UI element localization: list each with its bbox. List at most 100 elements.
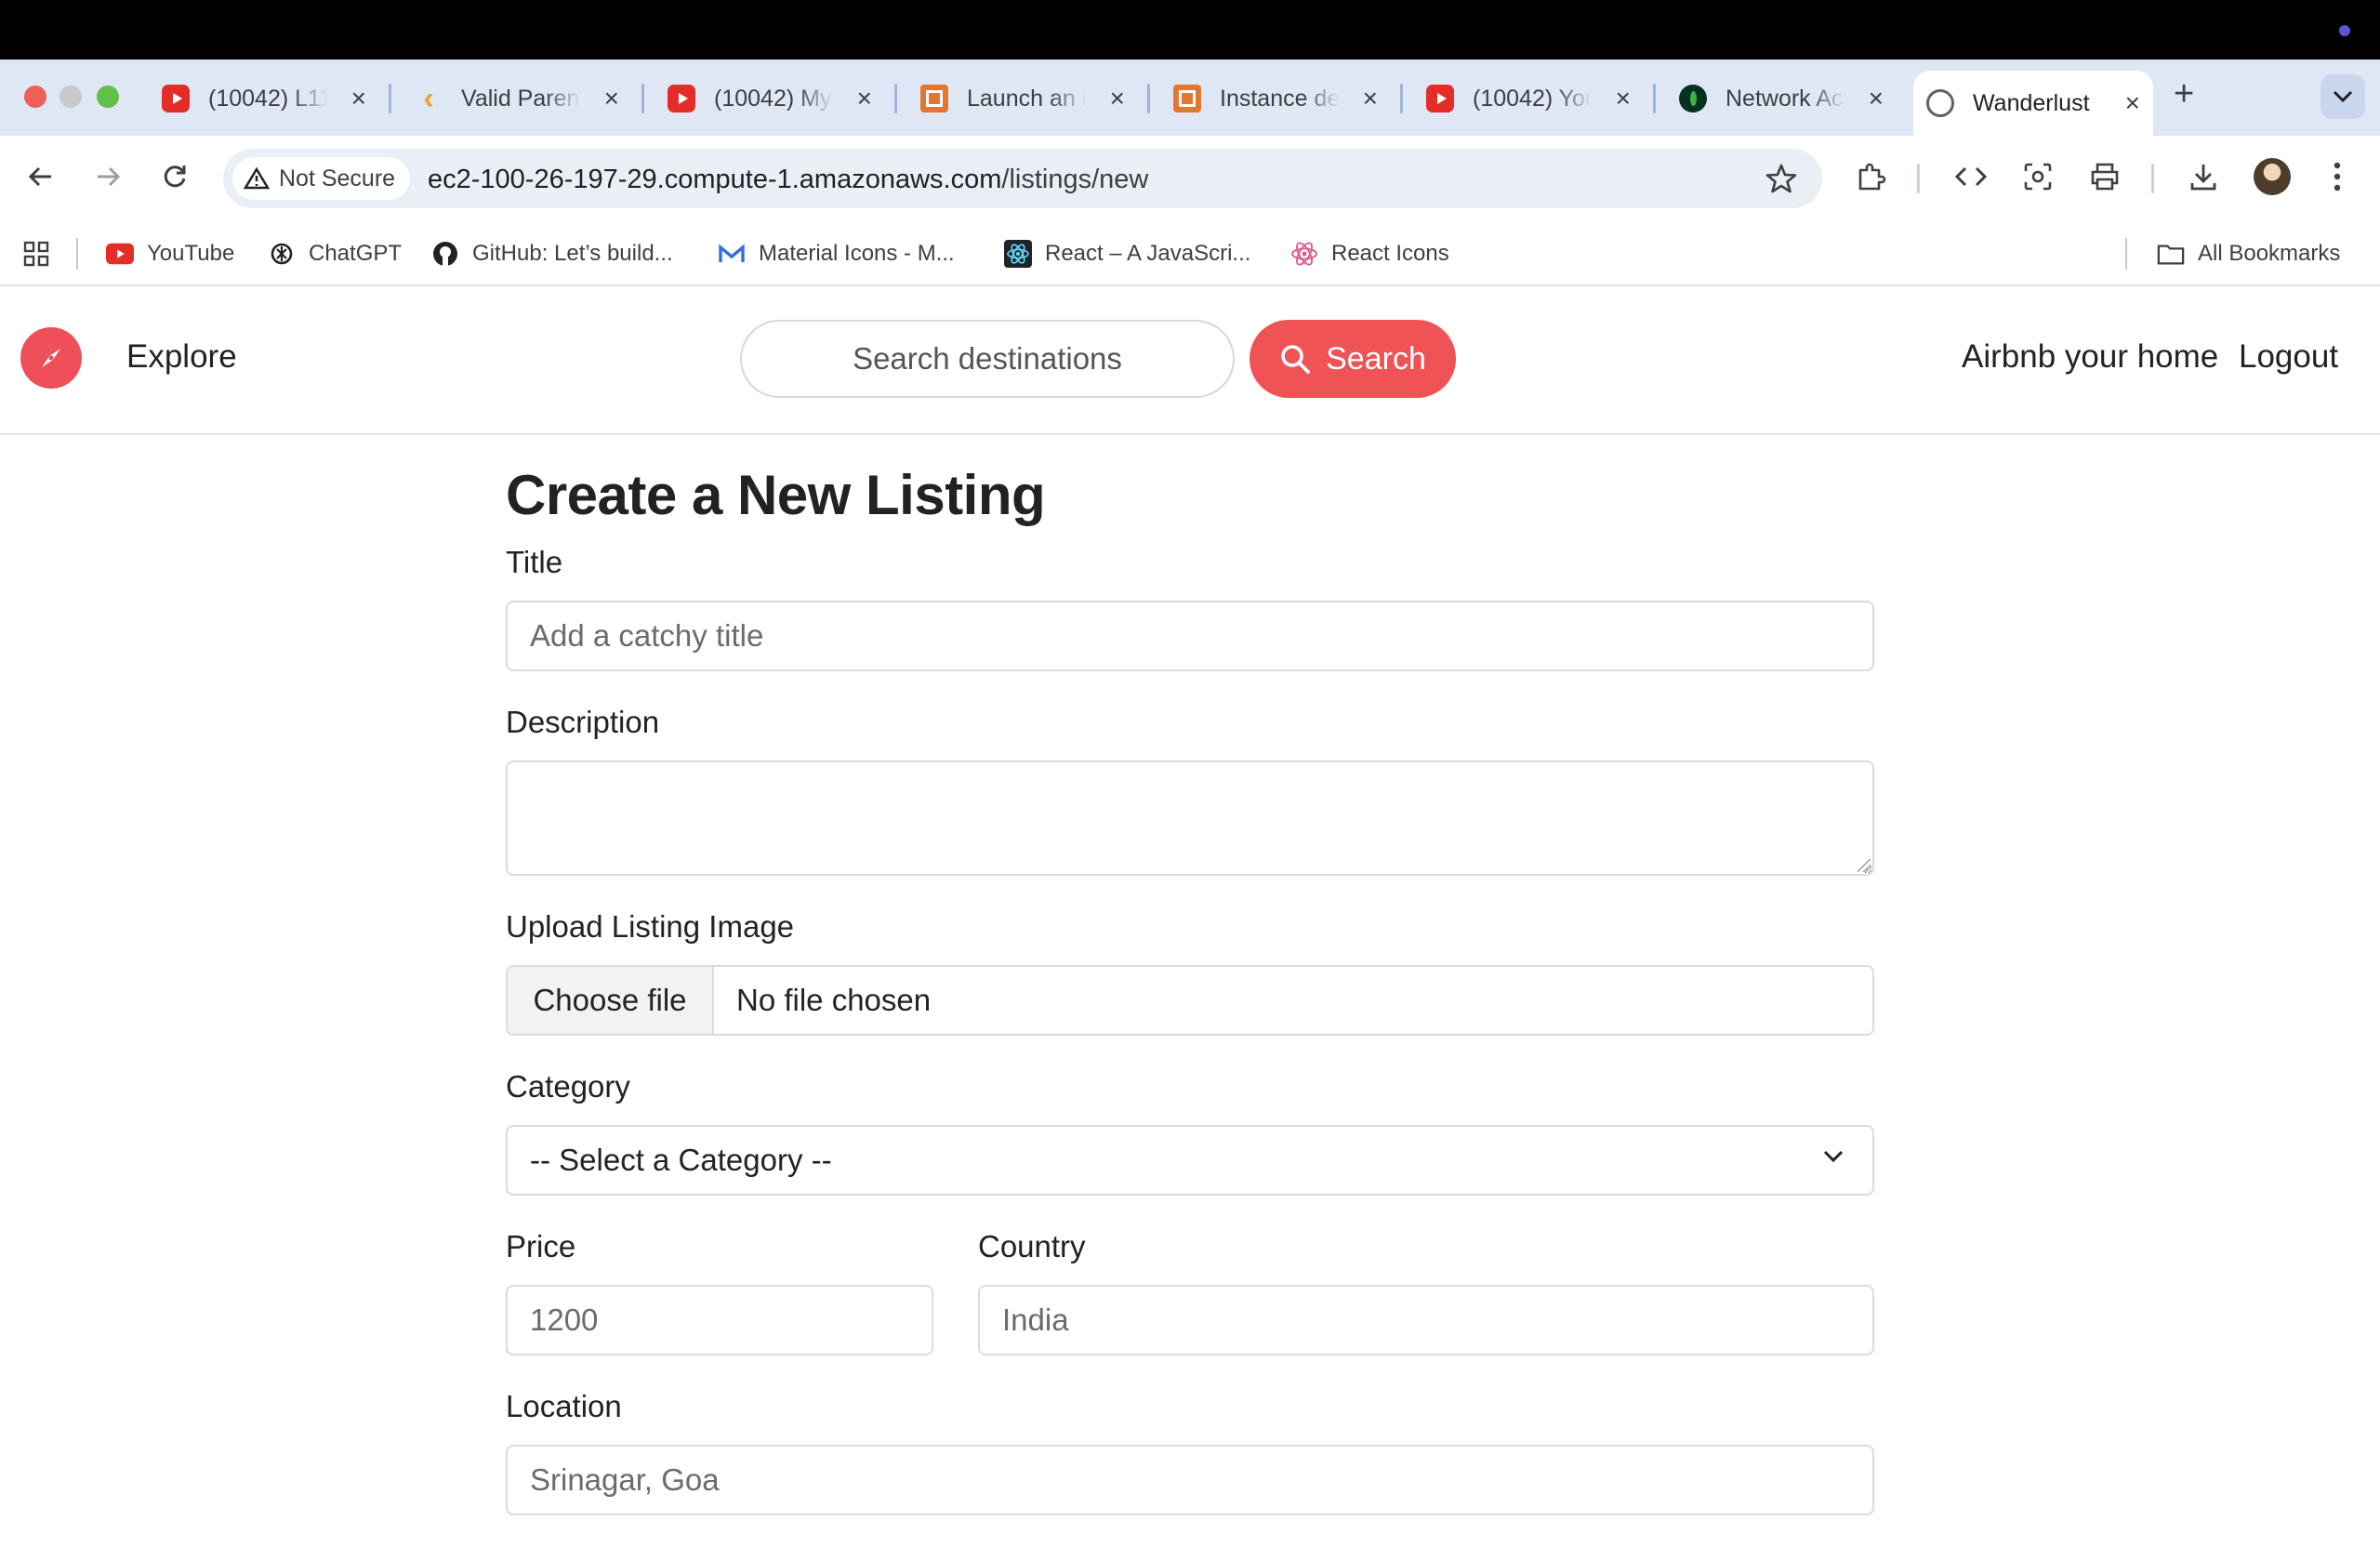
code-icon[interactable] (1949, 154, 1993, 199)
tab-title: Network Access (1726, 85, 1844, 112)
bookmark-star-icon[interactable] (1765, 162, 1798, 200)
print-icon[interactable] (2082, 154, 2127, 199)
location-input[interactable] (506, 1445, 1874, 1515)
description-textarea[interactable] (506, 760, 1874, 876)
address-bar[interactable]: Not Secure ec2-100-26-197-29.compute-1.a… (223, 149, 1822, 208)
category-label: Category (506, 1069, 630, 1104)
back-arrow-icon[interactable] (19, 154, 63, 199)
browser-tab[interactable]: Network Access × (1666, 73, 1897, 125)
bookmark-github[interactable]: GitHub: Let’s build... (431, 236, 673, 271)
tab-title: (10042) My (714, 85, 832, 112)
title-input[interactable] (506, 601, 1874, 671)
bookmark-react[interactable]: React – A JavaScri... (1004, 236, 1250, 271)
page-title: Create a New Listing (506, 464, 1046, 526)
material-icons-icon (718, 240, 746, 268)
globe-icon (1926, 89, 1954, 117)
minimize-window-button[interactable] (60, 86, 82, 108)
tab-divider (1400, 84, 1403, 113)
tab-title: (10042) You (1473, 85, 1592, 112)
bookmark-label: GitHub: Let’s build... (472, 241, 673, 266)
search-input[interactable] (740, 320, 1235, 398)
close-tab-icon[interactable]: × (604, 84, 619, 113)
airbnb-your-home-link[interactable]: Airbnb your home (1962, 338, 2218, 376)
security-chip[interactable]: Not Secure (232, 157, 411, 200)
browser-toolbar: Not Secure ec2-100-26-197-29.compute-1.a… (0, 136, 2380, 221)
status-dot-icon (2339, 25, 2350, 36)
tab-title: Wanderlust (1973, 89, 2090, 116)
tab-divider (641, 84, 644, 113)
youtube-icon (106, 240, 134, 268)
apps-grid-icon[interactable] (22, 236, 50, 271)
bookmark-label: Material Icons - M... (759, 241, 955, 266)
aws-icon (1173, 85, 1201, 112)
all-bookmarks-button[interactable]: All Bookmarks (2157, 236, 2340, 271)
browser-tab[interactable]: Instance details × (1160, 73, 1391, 125)
price-input[interactable] (506, 1285, 933, 1355)
browser-tab[interactable]: (10042) My × (654, 73, 885, 125)
reload-icon[interactable] (152, 154, 197, 199)
bookmark-react-icons[interactable]: React Icons (1290, 236, 1449, 271)
react-icon (1004, 240, 1032, 268)
browser-tab[interactable]: Valid Parenthesis × (402, 73, 632, 125)
upload-image-label: Upload Listing Image (506, 909, 795, 944)
choose-file-button[interactable]: Choose file (508, 967, 714, 1034)
close-tab-icon[interactable]: × (1110, 84, 1125, 113)
kebab-menu-icon[interactable] (2315, 154, 2360, 199)
description-label: Description (506, 705, 660, 739)
url-path: /listings/new (1001, 165, 1149, 194)
bookmark-label: YouTube (147, 241, 235, 266)
description-container (506, 760, 1874, 876)
warning-icon (244, 166, 270, 190)
browser-tab[interactable]: (10042) You × (1413, 73, 1644, 125)
tab-title: (10042) L11 (208, 85, 327, 112)
url-host: ec2-100-26-197-29.compute-1.amazonaws.co… (428, 165, 1002, 194)
bookmark-youtube[interactable]: YouTube (106, 236, 234, 271)
logout-link[interactable]: Logout (2239, 338, 2338, 376)
browser-tab[interactable]: (10042) L11 × (149, 73, 379, 125)
profile-avatar[interactable] (2254, 158, 2291, 195)
github-icon (431, 240, 459, 268)
bookmark-label: React Icons (1331, 241, 1449, 266)
forward-arrow-icon[interactable] (86, 154, 130, 199)
location-label: Location (506, 1389, 622, 1423)
close-tab-icon[interactable]: × (1616, 84, 1631, 113)
file-status-text: No file chosen (736, 983, 932, 1017)
explore-link[interactable]: Explore (126, 338, 237, 376)
close-tab-icon[interactable]: × (351, 84, 366, 113)
url-text[interactable]: ec2-100-26-197-29.compute-1.amazonaws.co… (428, 165, 1148, 195)
country-input[interactable] (978, 1285, 1874, 1355)
price-label: Price (506, 1229, 576, 1263)
close-tab-icon[interactable]: × (1363, 84, 1378, 113)
folder-icon (2157, 240, 2185, 268)
download-icon[interactable] (2181, 154, 2226, 199)
close-tab-icon[interactable]: × (857, 84, 872, 113)
search-button[interactable]: Search (1250, 320, 1456, 398)
tab-title: Instance details (1220, 85, 1339, 112)
maximize-window-button[interactable] (97, 86, 119, 108)
search-button-label: Search (1326, 340, 1426, 377)
aws-icon (920, 85, 948, 112)
browser-tab[interactable]: Launch an instance × (907, 73, 1138, 125)
search-icon (1281, 345, 1311, 374)
screenshot-icon[interactable] (2016, 154, 2060, 199)
close-tab-icon[interactable]: × (2125, 88, 2140, 118)
chevron-down-icon (1823, 1150, 1844, 1163)
extensions-icon[interactable] (1848, 154, 1893, 199)
tab-search-button[interactable] (2320, 74, 2365, 119)
bookmark-chatgpt[interactable]: ChatGPT (268, 236, 402, 271)
resize-handle-icon[interactable] (1858, 859, 1871, 872)
chatgpt-icon (268, 240, 296, 268)
category-select[interactable]: -- Select a Category -- (506, 1125, 1874, 1196)
chevron-down-icon (2333, 90, 2353, 103)
new-tab-plus-icon[interactable]: + (2174, 74, 2194, 114)
browser-tab-active[interactable]: Wanderlust × (1913, 71, 2153, 136)
compass-logo-icon[interactable] (20, 327, 82, 389)
image-file-input[interactable]: Choose file No file chosen (506, 965, 1874, 1036)
bookmarks-divider (2125, 238, 2127, 270)
mongodb-icon (1679, 85, 1707, 112)
react-icons-icon (1290, 240, 1318, 268)
close-window-button[interactable] (24, 86, 46, 108)
tab-divider (389, 84, 391, 113)
bookmark-material-icons[interactable]: Material Icons - M... (718, 236, 955, 271)
close-tab-icon[interactable]: × (1869, 84, 1884, 113)
